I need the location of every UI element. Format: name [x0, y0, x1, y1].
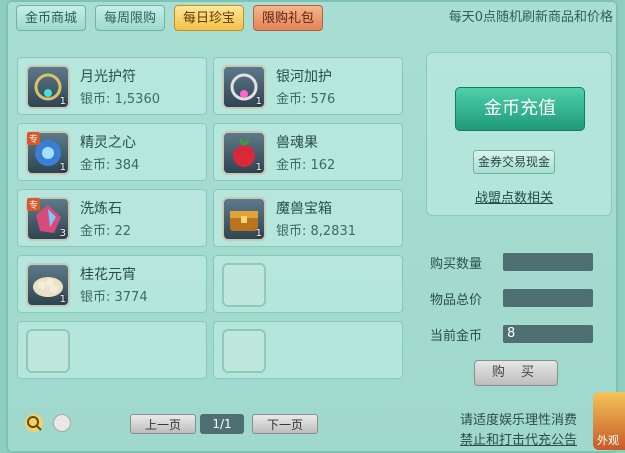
total-price-field	[503, 289, 593, 307]
item-qty: 1	[59, 162, 66, 173]
total-price-label: 物品总价	[430, 293, 483, 308]
exclusive-tag: 专	[27, 198, 41, 211]
empty-slot	[222, 263, 266, 307]
recharge-panel: 金币充值 金券交易现金 战盟点数相关	[426, 52, 612, 216]
magnifier-icon[interactable]	[25, 414, 43, 432]
item-cell[interactable]: 1 月光护符 银币: 1,5360	[17, 57, 207, 115]
empty-slot	[26, 329, 70, 373]
shop-tabs: 金币商城 每周限购 每日珍宝 限购礼包	[16, 5, 324, 31]
refresh-notice: 每天0点随机刷新商品和价格	[448, 10, 613, 25]
item-name: 月光护符	[80, 69, 136, 85]
refining-stone-icon: 专 3	[26, 197, 70, 241]
item-name: 银河加护	[276, 69, 332, 85]
item-price: 金币: 576	[276, 92, 336, 107]
item-qty: 1	[59, 294, 66, 305]
item-cell[interactable]: 1 桂花元宵 银币: 3774	[17, 255, 207, 313]
item-name: 魔兽宝箱	[276, 201, 332, 217]
tab-gold-mall[interactable]: 金币商城	[16, 5, 87, 31]
item-grid: 1 月光护符 银币: 1,5360 1 银河加护 金币: 576 专 1 精灵之…	[17, 57, 407, 387]
toggle-circle-icon[interactable]	[53, 414, 71, 432]
gold-recharge-button[interactable]: 金币充值	[455, 87, 585, 131]
prev-page-button[interactable]: 上一页	[130, 414, 196, 434]
beast-treasure-chest-icon: 1	[222, 197, 266, 241]
item-qty: 3	[59, 228, 66, 239]
purchase-qty-field[interactable]	[503, 253, 593, 271]
item-qty: 1	[59, 96, 66, 107]
exclusive-tag: 专	[27, 132, 41, 145]
item-price: 金币: 162	[276, 158, 336, 173]
item-price: 金币: 384	[80, 158, 140, 173]
item-qty: 1	[255, 228, 262, 239]
item-cell[interactable]: 1 兽魂果 金币: 162	[213, 123, 403, 181]
item-name: 精灵之心	[80, 135, 136, 151]
coupon-exchange-button[interactable]: 金券交易现金	[473, 150, 556, 174]
item-cell[interactable]: 专 1 精灵之心 金币: 384	[17, 123, 207, 181]
tab-limited-gift[interactable]: 限购礼包	[253, 5, 324, 31]
empty-slot	[222, 329, 266, 373]
item-cell[interactable]: 1 银河加护 金币: 576	[213, 57, 403, 115]
item-cell[interactable]: 1 魔兽宝箱 银币: 8,2831	[213, 189, 403, 247]
empty-item-cell	[17, 321, 207, 379]
item-price: 银币: 1,5360	[80, 92, 160, 107]
empty-item-cell	[213, 321, 403, 379]
item-price: 银币: 8,2831	[276, 224, 356, 239]
moonlight-amulet-icon: 1	[26, 65, 70, 109]
item-name: 洗炼石	[80, 201, 122, 217]
item-qty: 1	[255, 162, 262, 173]
purchase-qty-label: 购买数量	[430, 257, 483, 272]
moderation-notice: 请适度娱乐理性消费	[459, 413, 577, 428]
item-name: 兽魂果	[276, 135, 318, 151]
empty-item-cell	[213, 255, 403, 313]
buy-button[interactable]: 购 买	[474, 360, 558, 386]
item-name: 桂花元宵	[80, 267, 136, 283]
beast-soul-fruit-icon: 1	[222, 131, 266, 175]
current-gold-field: 8	[503, 325, 593, 343]
league-points-link[interactable]: 战盟点数相关	[475, 187, 553, 206]
item-qty: 1	[255, 96, 262, 107]
tab-daily-treasure[interactable]: 每日珍宝	[174, 5, 245, 31]
osmanthus-dumpling-icon: 1	[26, 263, 70, 307]
item-price: 银币: 3774	[80, 290, 148, 305]
current-gold-label: 当前金币	[430, 329, 483, 344]
spirit-heart-icon: 专 1	[26, 131, 70, 175]
appearance-corner-button[interactable]: 外观	[593, 392, 625, 450]
galaxy-blessing-icon: 1	[222, 65, 266, 109]
appearance-label: 外观	[597, 434, 619, 447]
page-indicator: 1/1	[200, 414, 244, 434]
next-page-button[interactable]: 下一页	[252, 414, 318, 434]
item-cell[interactable]: 专 3 洗炼石 金币: 22	[17, 189, 207, 247]
tab-weekly-limit[interactable]: 每周限购	[95, 5, 166, 31]
item-price: 金币: 22	[80, 224, 132, 239]
anti-proxy-notice-link[interactable]: 禁止和打击代充公告	[460, 429, 577, 448]
